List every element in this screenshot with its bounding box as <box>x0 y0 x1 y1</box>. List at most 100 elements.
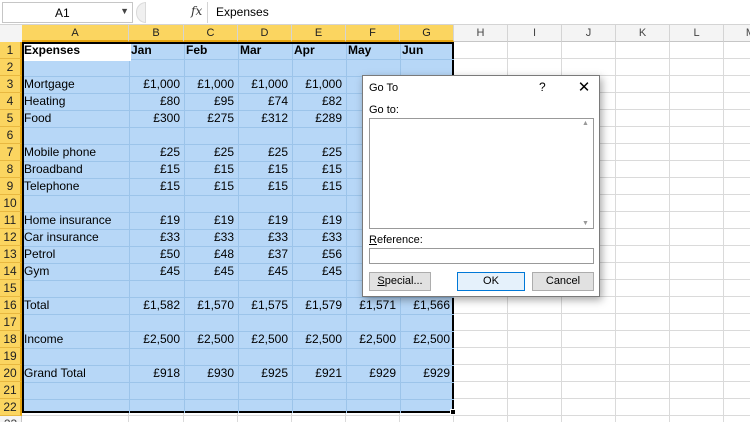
row-header-19[interactable]: 19 <box>0 348 22 365</box>
value-cell[interactable]: £929 <box>346 365 400 382</box>
value-cell[interactable]: £95 <box>184 93 238 110</box>
formula-bar-splitter[interactable] <box>136 2 146 23</box>
row-header-10[interactable]: 10 <box>0 195 22 212</box>
value-cell[interactable]: £15 <box>238 178 292 195</box>
value-cell[interactable]: £45 <box>184 263 238 280</box>
row-header-21[interactable]: 21 <box>0 382 22 399</box>
insert-function-icon[interactable]: fx <box>191 4 202 18</box>
column-header-d[interactable]: D <box>238 25 292 42</box>
value-cell[interactable]: £25 <box>184 144 238 161</box>
value-cell[interactable]: £45 <box>238 263 292 280</box>
row-header-2[interactable]: 2 <box>0 59 22 76</box>
value-cell[interactable]: £312 <box>238 110 292 127</box>
close-icon[interactable]: ✕ <box>573 78 595 96</box>
column-header-h[interactable]: H <box>454 25 508 42</box>
row-label-cell[interactable]: Grand Total <box>22 365 129 382</box>
column-header-m[interactable]: M <box>724 25 750 42</box>
goto-list-scrollbar[interactable]: ▲ ▼ <box>581 119 593 228</box>
value-cell[interactable]: £1,582 <box>129 297 184 314</box>
value-cell[interactable]: £2,500 <box>292 331 346 348</box>
value-cell[interactable]: £19 <box>184 212 238 229</box>
row-label-cell[interactable]: Income <box>22 331 129 348</box>
value-cell[interactable]: £1,000 <box>292 76 346 93</box>
value-cell[interactable]: £33 <box>184 229 238 246</box>
row-header-8[interactable]: 8 <box>0 161 22 178</box>
reference-input[interactable] <box>369 248 594 264</box>
header-cell-f[interactable]: May <box>346 42 400 59</box>
row-label-cell[interactable]: Gym <box>22 263 129 280</box>
column-header-j[interactable]: J <box>562 25 616 42</box>
value-cell[interactable]: £918 <box>129 365 184 382</box>
header-cell-d[interactable]: Mar <box>238 42 292 59</box>
value-cell[interactable]: £15 <box>129 161 184 178</box>
row-header-15[interactable]: 15 <box>0 280 22 297</box>
column-header-i[interactable]: I <box>508 25 562 42</box>
row-label-cell[interactable]: Food <box>22 110 129 127</box>
value-cell[interactable]: £275 <box>184 110 238 127</box>
chevron-down-icon[interactable]: ▼ <box>120 6 129 16</box>
column-header-f[interactable]: F <box>346 25 400 42</box>
value-cell[interactable]: £1,000 <box>184 76 238 93</box>
value-cell[interactable]: £15 <box>292 161 346 178</box>
value-cell[interactable]: £33 <box>292 229 346 246</box>
scroll-up-icon[interactable]: ▲ <box>582 120 589 127</box>
row-header-7[interactable]: 7 <box>0 144 22 161</box>
scroll-down-icon[interactable]: ▼ <box>582 220 589 227</box>
value-cell[interactable]: £1,000 <box>238 76 292 93</box>
column-header-e[interactable]: E <box>292 25 346 42</box>
value-cell[interactable]: £930 <box>184 365 238 382</box>
value-cell[interactable]: £33 <box>238 229 292 246</box>
value-cell[interactable]: £289 <box>292 110 346 127</box>
value-cell[interactable]: £33 <box>129 229 184 246</box>
column-header-c[interactable]: C <box>184 25 238 42</box>
value-cell[interactable]: £48 <box>184 246 238 263</box>
row-header-22[interactable]: 22 <box>0 399 22 416</box>
ok-button[interactable]: OK <box>457 272 525 291</box>
row-label-cell[interactable]: Mortgage <box>22 76 129 93</box>
row-label-cell[interactable]: Petrol <box>22 246 129 263</box>
value-cell[interactable]: £25 <box>129 144 184 161</box>
row-header-20[interactable]: 20 <box>0 365 22 382</box>
header-cell-e[interactable]: Apr <box>292 42 346 59</box>
value-cell[interactable]: £45 <box>129 263 184 280</box>
value-cell[interactable]: £74 <box>238 93 292 110</box>
value-cell[interactable]: £25 <box>238 144 292 161</box>
row-label-cell[interactable]: Home insurance <box>22 212 129 229</box>
value-cell[interactable]: £1,000 <box>129 76 184 93</box>
row-header-23[interactable]: 23 <box>0 416 22 422</box>
value-cell[interactable]: £1,571 <box>346 297 400 314</box>
value-cell[interactable]: £2,500 <box>184 331 238 348</box>
row-label-cell[interactable]: Total <box>22 297 129 314</box>
value-cell[interactable]: £2,500 <box>129 331 184 348</box>
header-cell-a[interactable]: Expenses <box>22 42 129 59</box>
name-box[interactable]: A1 ▼ <box>2 2 133 23</box>
row-label-cell[interactable]: Car insurance <box>22 229 129 246</box>
value-cell[interactable]: £929 <box>400 365 454 382</box>
value-cell[interactable]: £25 <box>292 144 346 161</box>
value-cell[interactable]: £300 <box>129 110 184 127</box>
value-cell[interactable]: £925 <box>238 365 292 382</box>
row-label-cell[interactable]: Broadband <box>22 161 129 178</box>
row-header-9[interactable]: 9 <box>0 178 22 195</box>
row-header-1[interactable]: 1 <box>0 42 22 59</box>
goto-listbox[interactable]: ▲ ▼ <box>369 118 594 229</box>
value-cell[interactable]: £37 <box>238 246 292 263</box>
value-cell[interactable]: £19 <box>129 212 184 229</box>
formula-input[interactable]: Expenses <box>207 2 748 23</box>
row-header-16[interactable]: 16 <box>0 297 22 314</box>
value-cell[interactable]: £921 <box>292 365 346 382</box>
help-icon[interactable]: ? <box>539 80 546 94</box>
value-cell[interactable]: £2,500 <box>238 331 292 348</box>
row-label-cell[interactable]: Heating <box>22 93 129 110</box>
value-cell[interactable]: £1,566 <box>400 297 454 314</box>
column-header-l[interactable]: L <box>670 25 724 42</box>
value-cell[interactable]: £19 <box>292 212 346 229</box>
row-header-13[interactable]: 13 <box>0 246 22 263</box>
value-cell[interactable]: £15 <box>184 178 238 195</box>
row-header-5[interactable]: 5 <box>0 110 22 127</box>
row-header-11[interactable]: 11 <box>0 212 22 229</box>
row-label-cell[interactable]: Mobile phone <box>22 144 129 161</box>
row-header-18[interactable]: 18 <box>0 331 22 348</box>
value-cell[interactable]: £2,500 <box>346 331 400 348</box>
column-header-g[interactable]: G <box>400 25 454 42</box>
